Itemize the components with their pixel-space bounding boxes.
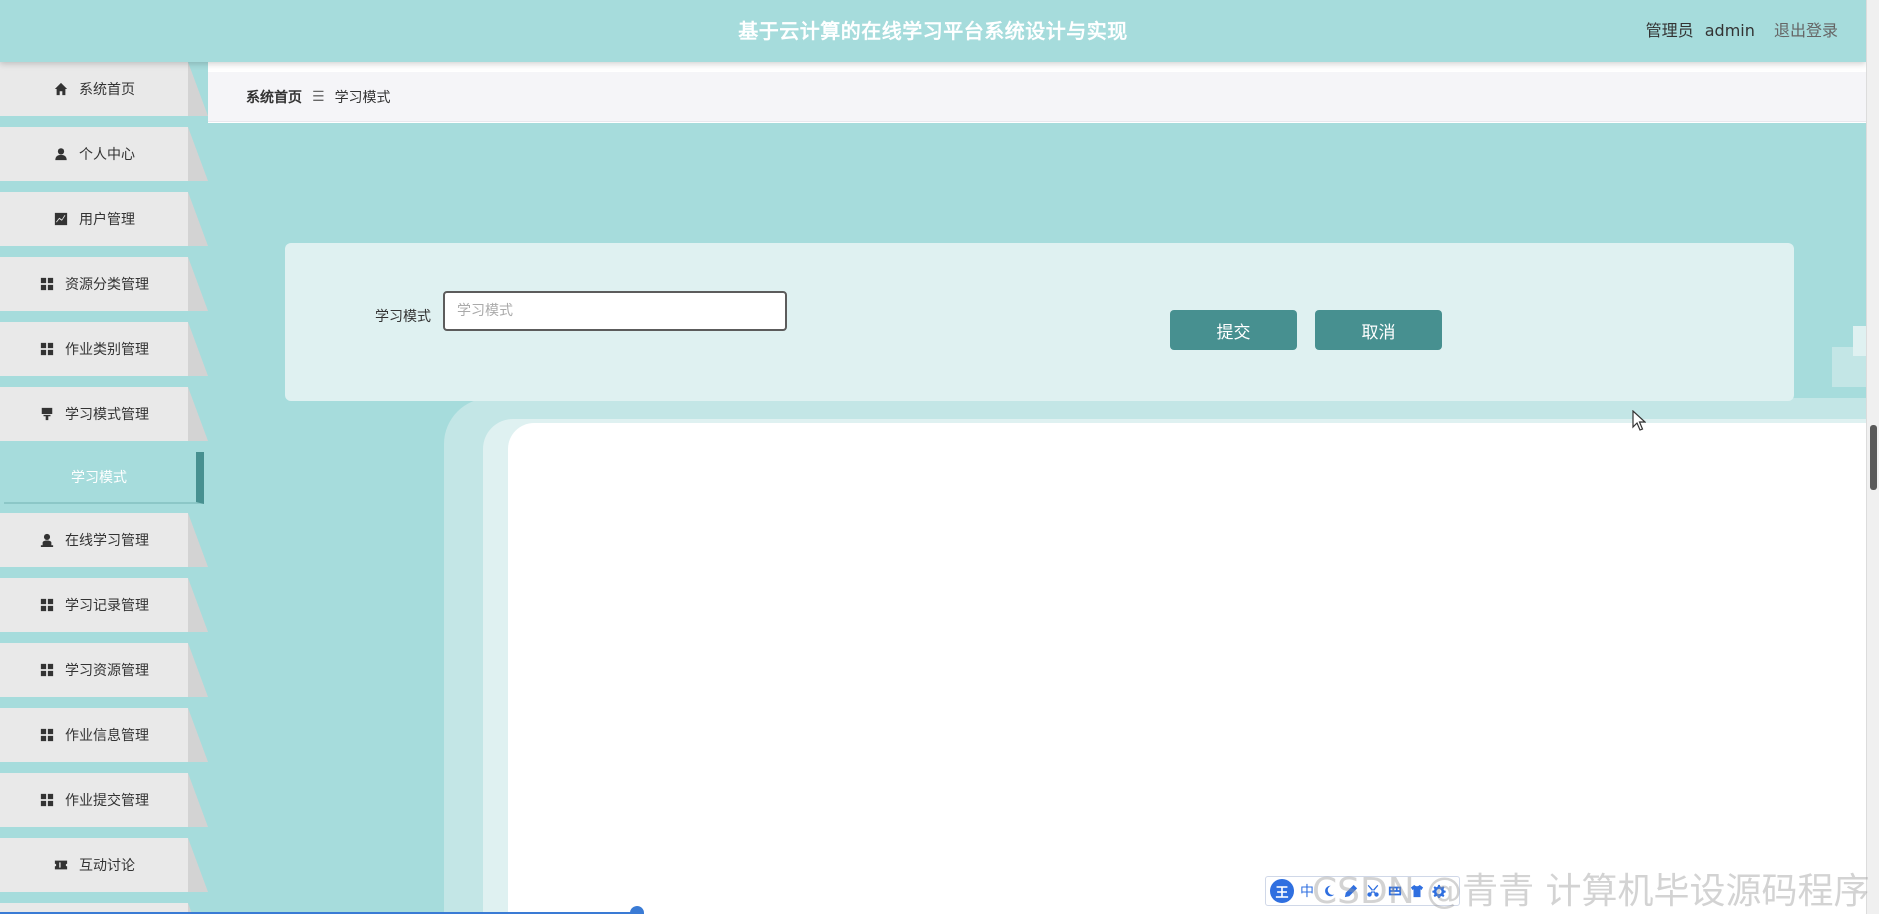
sidebar-item-online-learning[interactable]: 在线学习管理	[0, 513, 208, 567]
page-scrollbar[interactable]	[1866, 0, 1879, 914]
user-info: 管理员 admin 退出登录	[1646, 0, 1838, 62]
sidebar-item-label: 用户管理	[79, 212, 135, 228]
sidebar-item-home[interactable]: 系统首页	[0, 62, 208, 116]
grid-icon	[39, 727, 55, 743]
keyboard-icon[interactable]	[1388, 884, 1402, 898]
sidebar-item-label: 作业提交管理	[65, 793, 149, 809]
scroll-handle[interactable]	[630, 906, 644, 914]
username: admin	[1704, 21, 1755, 40]
content-area: 学习模式 提交 取消	[208, 123, 1866, 914]
sidebar-item-label: 学习记录管理	[65, 598, 149, 614]
sidebar-item-label: 资源分类管理	[65, 277, 149, 293]
person-icon	[39, 532, 55, 548]
sidebar-item-label: 作业信息管理	[65, 728, 149, 744]
sidebar-item-learning-resources[interactable]: 学习资源管理	[0, 643, 208, 697]
sidebar-subitem-label: 学习模式	[71, 470, 127, 486]
sidebar-item-label: 互动讨论	[79, 858, 135, 874]
form-card: 学习模式 提交 取消	[285, 243, 1794, 401]
sidebar-item-learning-records[interactable]: 学习记录管理	[0, 578, 208, 632]
pen-icon[interactable]	[1344, 884, 1358, 898]
breadcrumb-current: 学习模式	[334, 89, 391, 106]
brush-icon	[39, 406, 55, 422]
sidebar-item-learning-mode-mgmt[interactable]: 学习模式管理	[0, 387, 208, 441]
page-title: 基于云计算的在线学习平台系统设计与实现	[738, 19, 1128, 43]
sidebar-subitem-learning-mode[interactable]: 学习模式	[4, 452, 204, 504]
submit-button[interactable]: 提交	[1170, 310, 1297, 350]
logout-link[interactable]: 退出登录	[1774, 21, 1838, 40]
grid-icon	[39, 792, 55, 808]
main-content: 系统首页 ☰ 学习模式 学习模式 提交 取消	[208, 62, 1866, 914]
sidebar-item-label: 个人中心	[79, 147, 135, 163]
grid-icon	[39, 597, 55, 613]
learning-mode-input[interactable]	[443, 291, 787, 331]
chart-icon	[53, 211, 69, 227]
shirt-icon[interactable]	[1410, 884, 1424, 898]
user-icon	[53, 146, 69, 162]
ticket-icon	[53, 857, 69, 873]
sidebar-item-users[interactable]: 用户管理	[0, 192, 208, 246]
sidebar-item-resource-category[interactable]: 资源分类管理	[0, 257, 208, 311]
ime-language-toggle[interactable]: 中	[1300, 881, 1314, 901]
sidebar-item-label: 学习资源管理	[65, 663, 149, 679]
sidebar-item-label: 系统首页	[79, 82, 135, 98]
breadcrumb-home[interactable]: 系统首页	[246, 87, 302, 107]
top-header: 基于云计算的在线学习平台系统设计与实现 管理员 admin 退出登录	[0, 0, 1866, 62]
grid-icon	[39, 662, 55, 678]
sidebar-item-label: 学习模式管理	[65, 407, 149, 423]
home-icon	[53, 81, 69, 97]
moon-icon[interactable]	[1322, 884, 1336, 898]
sidebar-item-label: 在线学习管理	[65, 533, 149, 549]
user-role: 管理员	[1645, 21, 1694, 40]
sidebar-item-homework-submit[interactable]: 作业提交管理	[0, 773, 208, 827]
ime-logo-icon[interactable]: 王	[1270, 879, 1294, 903]
sidebar-item-homework-category[interactable]: 作业类别管理	[0, 322, 208, 376]
gear-icon[interactable]	[1432, 884, 1446, 898]
breadcrumb: 系统首页 ☰ 学习模式	[208, 72, 1866, 122]
scissors-icon[interactable]	[1366, 884, 1380, 898]
sidebar-item-discussion[interactable]: 互动讨论	[0, 838, 208, 892]
scrollbar-thumb[interactable]	[1870, 425, 1877, 490]
content-panel	[508, 423, 1866, 914]
ime-toolbar: 王 中	[1265, 876, 1460, 906]
sidebar-item-homework-info[interactable]: 作业信息管理	[0, 708, 208, 762]
grid-icon	[39, 276, 55, 292]
cancel-button[interactable]: 取消	[1315, 310, 1442, 350]
breadcrumb-separator-icon: ☰	[312, 88, 325, 105]
sidebar-item-profile[interactable]: 个人中心	[0, 127, 208, 181]
decor-step	[1853, 326, 1866, 356]
sidebar: 系统首页 个人中心 用户管理 资源分类管理 作业类别管理 学习模式管理 学习模式	[0, 62, 208, 914]
sidebar-item-label: 作业类别管理	[65, 342, 149, 358]
learning-mode-label: 学习模式	[375, 309, 431, 325]
grid-icon	[39, 341, 55, 357]
mouse-cursor-icon	[1632, 410, 1646, 431]
